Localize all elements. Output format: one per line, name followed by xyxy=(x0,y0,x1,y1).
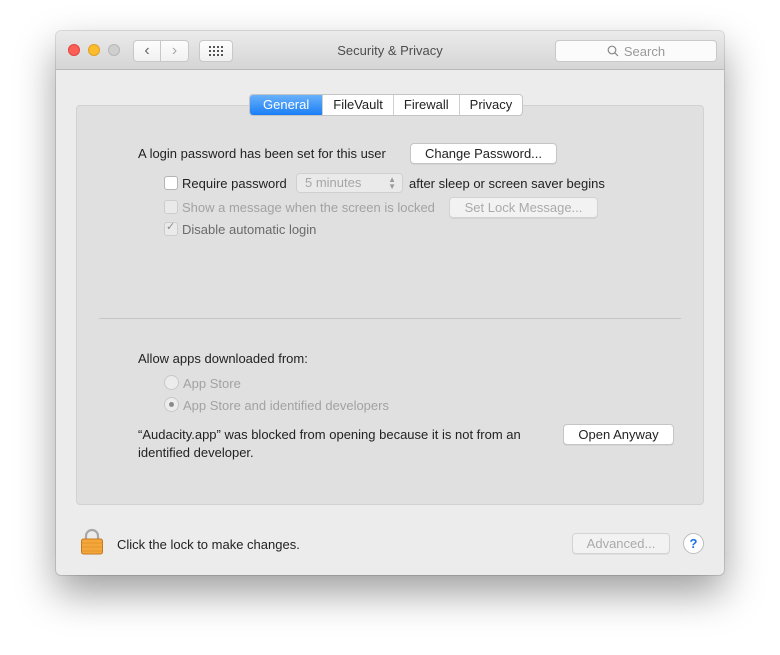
radio-app-store-identified-label: App Store and identified developers xyxy=(183,398,389,413)
search-placeholder: Search xyxy=(623,43,666,59)
general-panel: A login password has been set for this u… xyxy=(76,105,704,505)
blocked-message-line2: identified developer. xyxy=(138,445,254,460)
lock-icon xyxy=(81,528,103,555)
login-password-text: A login password has been set for this u… xyxy=(138,146,386,161)
require-password-checkbox[interactable] xyxy=(164,176,178,190)
require-password-label: Require password xyxy=(182,176,287,191)
section-divider xyxy=(99,318,681,319)
search-field[interactable]: Search xyxy=(555,40,717,62)
show-message-label: Show a message when the screen is locked xyxy=(182,200,435,215)
tab-privacy[interactable]: Privacy xyxy=(458,95,523,115)
change-password-button[interactable]: Change Password... xyxy=(410,143,557,164)
disable-auto-login-label: Disable automatic login xyxy=(182,222,317,237)
radio-selected-dot xyxy=(169,402,174,407)
radio-app-store[interactable] xyxy=(164,375,179,390)
checkmark-icon: ✓ xyxy=(166,221,176,233)
titlebar: ‹ › Security & Privacy Search xyxy=(56,31,724,70)
tab-bar: General FileVault Firewall Privacy xyxy=(249,94,524,116)
show-message-checkbox[interactable] xyxy=(164,200,178,214)
radio-app-store-identified[interactable] xyxy=(164,397,179,412)
advanced-button[interactable]: Advanced... xyxy=(572,533,670,554)
lock-text: Click the lock to make changes. xyxy=(117,537,300,552)
require-password-suffix: after sleep or screen saver begins xyxy=(409,176,605,191)
interval-value: 5 minutes xyxy=(305,175,362,190)
blocked-message-line1: “Audacity.app” was blocked from opening … xyxy=(138,427,521,442)
security-privacy-window: ‹ › Security & Privacy Search General Fi… xyxy=(56,31,724,575)
allow-apps-heading: Allow apps downloaded from: xyxy=(138,351,308,366)
tab-general[interactable]: General xyxy=(250,95,323,115)
disable-auto-login-checkbox[interactable]: ✓ xyxy=(164,221,178,236)
radio-app-store-label: App Store xyxy=(183,376,241,391)
set-lock-message-button[interactable]: Set Lock Message... xyxy=(449,197,598,218)
updown-arrows-icon: ▲ ▼ xyxy=(388,175,396,191)
tab-firewall[interactable]: Firewall xyxy=(392,95,459,115)
question-icon: ? xyxy=(689,536,698,551)
require-password-interval-select[interactable]: 5 minutes ▲ ▼ xyxy=(296,173,403,193)
tab-filevault[interactable]: FileVault xyxy=(322,95,393,115)
search-icon xyxy=(607,45,619,57)
help-button[interactable]: ? xyxy=(683,533,704,554)
lock-button[interactable] xyxy=(80,528,104,555)
open-anyway-button[interactable]: Open Anyway xyxy=(563,424,674,445)
